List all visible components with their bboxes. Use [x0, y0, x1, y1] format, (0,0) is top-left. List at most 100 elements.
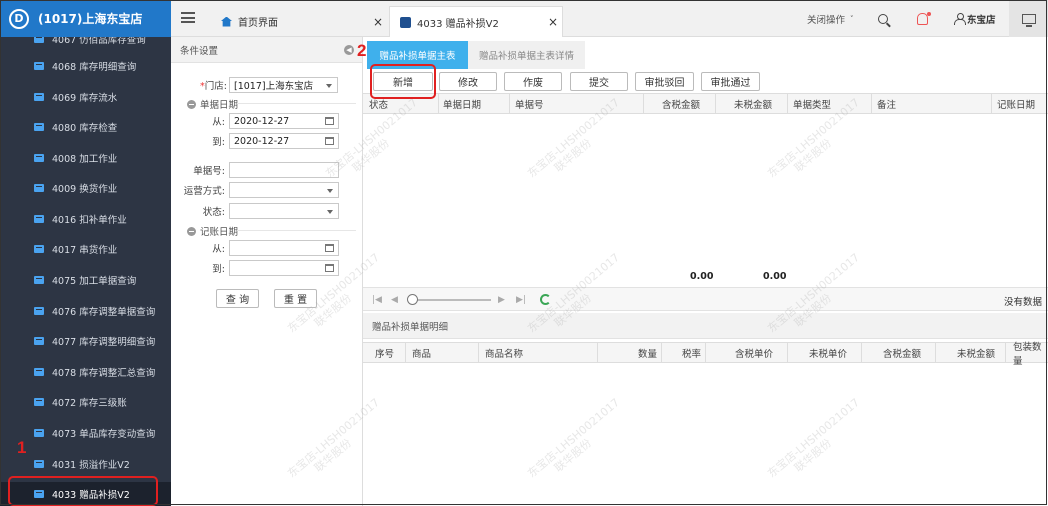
calendar-icon[interactable]	[325, 264, 334, 272]
column-header[interactable]: 商品名称	[485, 343, 523, 362]
calendar-icon[interactable]	[325, 244, 334, 252]
column-header[interactable]: 记账日期	[997, 94, 1035, 113]
tab-master-detail[interactable]: 赠品补损单据主表详情	[468, 41, 585, 69]
divider	[237, 103, 356, 104]
notification-button[interactable]	[917, 0, 931, 37]
column-header[interactable]: 含税金额	[861, 343, 921, 362]
submit-button[interactable]: 提交	[570, 72, 628, 91]
reject-button[interactable]: 审批驳回	[635, 72, 694, 91]
conditions-panel: 条件设置 ◀ *门店: [1017]上海东宝店 单据日期 从: 2020-12-…	[171, 37, 363, 506]
doc-date-from-row: 从: 2020-12-27	[181, 113, 339, 129]
doc-date-to-input[interactable]: 2020-12-27	[229, 133, 339, 149]
sidebar-menu: 4067 仿佰品库存查询 4068 库存明细查询 4069 库存流水 4080 …	[0, 37, 171, 506]
sidebar-item-4068[interactable]: 4068 库存明细查询	[0, 54, 171, 78]
close-ops-menu[interactable]: 关闭操作 ˅	[807, 0, 854, 37]
sidebar-item-4067[interactable]: 4067 仿佰品库存查询	[0, 37, 171, 51]
calendar-icon[interactable]	[325, 137, 334, 145]
column-header[interactable]: 未税金额	[715, 94, 772, 113]
column-header[interactable]: 序号	[375, 343, 394, 362]
from-label: 从:	[212, 244, 225, 255]
sidebar-item-4033[interactable]: 4033 赠品补损V2	[0, 482, 171, 506]
store-select[interactable]: [1017]上海东宝店	[229, 77, 338, 93]
tab-home[interactable]: 首页界面 ×	[221, 6, 389, 37]
column-header[interactable]: 备注	[877, 94, 896, 113]
column-header[interactable]: 数量	[597, 343, 657, 362]
doc-date-to-row: 到: 2020-12-27	[181, 133, 339, 149]
status-label: 状态:	[202, 207, 225, 218]
sidebar-item-4080[interactable]: 4080 库存检查	[0, 115, 171, 139]
shipping-select[interactable]	[229, 182, 339, 198]
column-header[interactable]: 未税单价	[787, 343, 847, 362]
column-header[interactable]: 商品	[412, 343, 431, 362]
column-header[interactable]: 含税金额	[643, 94, 700, 113]
module-icon	[34, 307, 44, 315]
user-icon	[954, 13, 966, 25]
dropdown-arrow-icon	[326, 84, 332, 88]
edit-button[interactable]: 修改	[439, 72, 497, 91]
post-date-section[interactable]: 记账日期	[187, 224, 238, 238]
column-header[interactable]: 单据日期	[443, 94, 481, 113]
sidebar-item-4009[interactable]: 4009 换货作业	[0, 176, 171, 200]
total-tax-excl: 0.00	[763, 271, 787, 282]
sidebar-item-4016[interactable]: 4016 扣补单作业	[0, 207, 171, 231]
master-grid-header: 状态 单据日期 单据号 含税金额 未税金额 单据类型 备注 记账日期	[363, 93, 1048, 114]
sidebar-item-4008[interactable]: 4008 加工作业	[0, 146, 171, 170]
post-date-to-input[interactable]	[229, 260, 339, 276]
refresh-icon[interactable]	[540, 294, 551, 305]
user-menu[interactable]: 东宝店	[954, 0, 996, 37]
sidebar-item-label: 4017 串货作业	[52, 245, 118, 256]
column-header[interactable]: 包装数量	[1013, 342, 1048, 367]
last-page-icon[interactable]: ▶|	[516, 295, 526, 305]
status-select[interactable]	[229, 203, 339, 219]
query-button[interactable]: 查 询	[216, 289, 259, 308]
reset-button[interactable]: 重 置	[274, 289, 317, 308]
sidebar-item-4077[interactable]: 4077 库存调整明细查询	[0, 329, 171, 353]
close-tab-icon[interactable]: ×	[548, 15, 558, 29]
column-header[interactable]: 税率	[661, 343, 701, 362]
sidebar-item-4072[interactable]: 4072 库存三级账	[0, 390, 171, 414]
page-slider-knob[interactable]	[407, 294, 418, 305]
detail-grid-header: 序号 商品 商品名称 数量 税率 含税单价 未税单价 含税金额 未税金额 包装数…	[363, 342, 1048, 367]
column-header[interactable]: 含税单价	[705, 343, 773, 362]
column-header[interactable]: 单据号	[515, 94, 544, 113]
conditions-title: 条件设置	[180, 45, 219, 57]
column-header[interactable]: 状态	[369, 94, 388, 113]
post-date-from-input[interactable]	[229, 240, 339, 256]
next-page-icon[interactable]: ▶	[498, 295, 505, 305]
collapse-left-icon[interactable]: ◀	[344, 45, 354, 55]
doc-date-from-input[interactable]: 2020-12-27	[229, 113, 339, 129]
doc-no-label: 单据号:	[193, 166, 225, 177]
store-label: *门店:	[200, 81, 227, 92]
sidebar-item-4078[interactable]: 4078 库存调整汇总查询	[0, 360, 171, 384]
module-icon	[34, 337, 44, 345]
search-icon	[878, 13, 888, 24]
doc-date-section[interactable]: 单据日期	[187, 97, 238, 111]
menu-toggle-icon[interactable]	[181, 12, 195, 23]
void-button[interactable]: 作废	[504, 72, 562, 91]
tab-4033[interactable]: 4033 赠品补损V2 ×	[389, 6, 563, 37]
module-icon	[34, 93, 44, 101]
sidebar-item-label: 4067 仿佰品库存查询	[52, 37, 146, 46]
approve-button[interactable]: 审批通过	[701, 72, 760, 91]
post-date-to-row: 到:	[181, 260, 339, 276]
tab-4033-label: 4033 赠品补损V2	[417, 18, 499, 30]
module-icon	[34, 398, 44, 406]
module-icon	[34, 123, 44, 131]
doc-no-input[interactable]	[229, 162, 339, 178]
sidebar-item-4069[interactable]: 4069 库存流水	[0, 85, 171, 109]
prev-page-icon[interactable]: ◀	[391, 295, 398, 305]
sidebar-item-4076[interactable]: 4076 库存调整单据查询	[0, 299, 171, 323]
sidebar-item-4017[interactable]: 4017 串货作业	[0, 237, 171, 261]
page-slider[interactable]	[411, 299, 491, 301]
first-page-icon[interactable]: |◀	[372, 295, 382, 305]
column-header[interactable]: 单据类型	[793, 94, 831, 113]
screen-button[interactable]	[1009, 0, 1048, 37]
sidebar-item-label: 4033 赠品补损V2	[52, 490, 130, 501]
search-button[interactable]	[878, 0, 888, 37]
add-button[interactable]: 新增	[373, 72, 433, 91]
column-header[interactable]: 未税金额	[935, 343, 995, 362]
sidebar-item-4075[interactable]: 4075 加工单据查询	[0, 268, 171, 292]
close-tab-icon[interactable]: ×	[373, 15, 383, 29]
calendar-icon[interactable]	[325, 117, 334, 125]
tab-master[interactable]: 赠品补损单据主表	[367, 41, 468, 69]
